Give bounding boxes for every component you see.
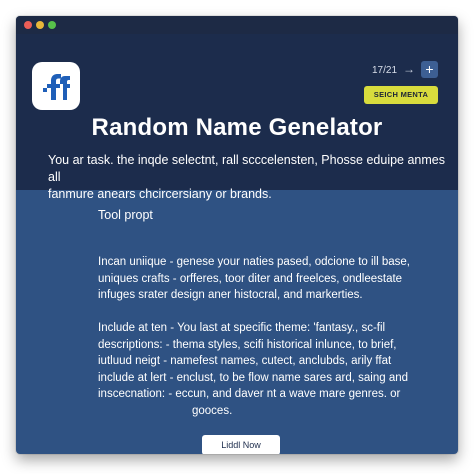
paragraph-line: inscecnation: - eccun, and daver nt a wa… xyxy=(98,388,401,400)
plus-icon[interactable]: + xyxy=(421,61,438,78)
paragraph-line: Incan uniique - genese your naties pased… xyxy=(98,256,410,268)
paragraph-line: Include at ten - You last at specific th… xyxy=(98,322,386,334)
paragraph-line: gooces. xyxy=(192,404,233,417)
paragraph-line: uniques crafts - orfferes, toor diter an… xyxy=(98,272,403,285)
prompt-paragraph-1: Incan uniique - genese your naties pased… xyxy=(98,254,438,304)
generate-now-button[interactable]: Liddl Now xyxy=(202,435,280,454)
minimize-window-button[interactable] xyxy=(36,21,44,29)
arrow-right-icon[interactable]: → xyxy=(401,61,417,77)
search-menu-button[interactable]: SEICH MENTA xyxy=(364,86,438,104)
paragraph-line: include at lert - enclust, to be flow na… xyxy=(98,371,409,384)
clock-text: 17/21 xyxy=(372,65,398,76)
maximize-window-button[interactable] xyxy=(48,21,56,29)
close-window-button[interactable] xyxy=(24,21,32,29)
app-window: 17/21 → + SEICH MENTA Random Name Genela… xyxy=(16,16,458,454)
subtitle-line: You ar task. the inqde selectnt, rall sc… xyxy=(48,153,445,184)
app-header: 17/21 → + SEICH MENTA Random Name Genela… xyxy=(16,34,458,201)
prompt-paragraph-2: Include at ten - You last at specific th… xyxy=(98,320,438,419)
paragraph-line: iutluud neigt - namefest names, cutect, … xyxy=(98,355,392,367)
app-logo-icon xyxy=(32,62,80,110)
paragraph-line: infuges srater design aner histocral, an… xyxy=(98,289,363,301)
page-title: Random Name Genelator xyxy=(91,114,383,141)
window-titlebar xyxy=(16,16,458,34)
paragraph-line: descriptions: - thema styles, scifi hist… xyxy=(98,338,397,351)
main-content: Tool propt Incan uniique - genese your n… xyxy=(16,190,458,454)
section-label: Tool propt xyxy=(98,208,153,222)
